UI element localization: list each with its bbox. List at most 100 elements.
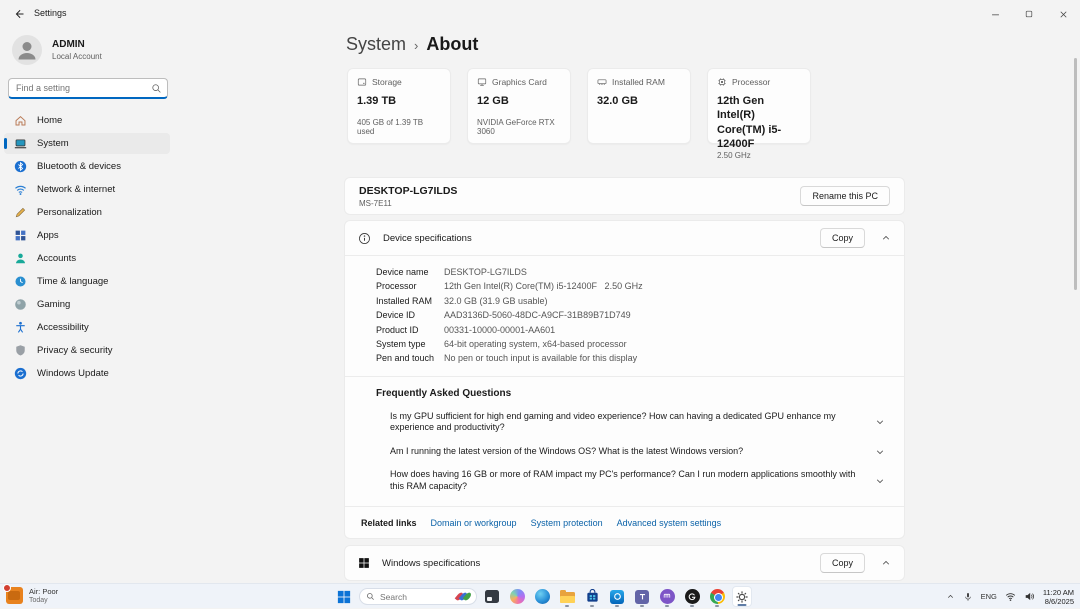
language-indicator[interactable]: ENG bbox=[981, 592, 997, 601]
sidebar-item-accounts[interactable]: Accounts bbox=[4, 248, 170, 269]
card-label: Storage bbox=[372, 77, 402, 87]
g-app-button[interactable] bbox=[682, 586, 702, 607]
copy-windows-specs-button[interactable]: Copy bbox=[820, 553, 865, 573]
processor-card: Processor 12th Gen Intel(R) Core(TM) i5-… bbox=[707, 68, 811, 144]
sidebar-item-apps[interactable]: Apps bbox=[4, 225, 170, 246]
sidebar-item-label: System bbox=[37, 138, 69, 149]
store-button[interactable] bbox=[582, 586, 602, 607]
sidebar-item-time-language[interactable]: Time & language bbox=[4, 271, 170, 292]
sidebar-item-label: Personalization bbox=[37, 207, 102, 218]
settings-gear-icon bbox=[735, 590, 749, 604]
taskbar-search[interactable] bbox=[359, 588, 477, 605]
page-title: About bbox=[426, 34, 478, 55]
start-icon bbox=[337, 590, 351, 604]
storage-card: Storage 1.39 TB 405 GB of 1.39 TB used bbox=[347, 68, 451, 144]
settings-app-button[interactable] bbox=[732, 586, 752, 607]
user-account[interactable]: ADMIN Local Account bbox=[12, 35, 102, 65]
weather-status: Air: Poor bbox=[29, 587, 58, 596]
card-value: 12 GB bbox=[477, 94, 561, 108]
taskbar-search-input[interactable] bbox=[380, 592, 442, 602]
faq-question-gpu[interactable]: Is my GPU sufficient for high end gaming… bbox=[376, 411, 890, 434]
faq-question-windows-version[interactable]: Am I running the latest version of the W… bbox=[376, 446, 890, 458]
faq-section: Frequently Asked Questions Is my GPU suf… bbox=[345, 377, 904, 507]
mail-app-button[interactable] bbox=[657, 586, 677, 607]
microphone-tray-button[interactable] bbox=[963, 592, 973, 602]
sidebar-item-label: Bluetooth & devices bbox=[37, 161, 121, 172]
faq-question-ram[interactable]: How does having 16 GB or more of RAM imp… bbox=[376, 469, 890, 492]
window-controls bbox=[978, 0, 1080, 28]
chevron-down-icon[interactable] bbox=[875, 476, 885, 486]
tray-date: 8/6/2025 bbox=[1043, 597, 1074, 606]
sidebar-item-gaming[interactable]: Gaming bbox=[4, 294, 170, 315]
sidebar-item-network-internet[interactable]: Network & internet bbox=[4, 179, 170, 200]
link-system-protection[interactable]: System protection bbox=[531, 518, 603, 528]
sidebar-item-accessibility[interactable]: Accessibility bbox=[4, 317, 170, 338]
close-icon bbox=[1058, 9, 1069, 20]
chrome-button[interactable] bbox=[707, 586, 727, 607]
sidebar-item-system[interactable]: System bbox=[4, 133, 170, 154]
tray-overflow-button[interactable] bbox=[946, 592, 955, 601]
gaming-icon bbox=[14, 298, 27, 311]
window-title: Settings bbox=[34, 8, 67, 18]
windows-specifications-header[interactable]: Windows specifications Copy bbox=[344, 545, 905, 581]
sidebar-item-home[interactable]: Home bbox=[4, 110, 170, 131]
sidebar-item-label: Apps bbox=[37, 230, 59, 241]
breadcrumb-parent[interactable]: System bbox=[346, 34, 406, 55]
task-view-button[interactable] bbox=[482, 586, 502, 607]
time-language-icon bbox=[14, 275, 27, 288]
file-explorer-button[interactable] bbox=[557, 586, 577, 607]
volume-tray-button[interactable] bbox=[1024, 591, 1035, 602]
vertical-scrollbar[interactable] bbox=[1074, 58, 1077, 290]
sidebar-item-bluetooth-devices[interactable]: Bluetooth & devices bbox=[4, 156, 170, 177]
privacy-icon bbox=[14, 344, 27, 357]
settings-search bbox=[8, 78, 168, 99]
card-value: 1.39 TB bbox=[357, 94, 441, 108]
link-domain-or-workgroup[interactable]: Domain or workgroup bbox=[431, 518, 517, 528]
rename-pc-button[interactable]: Rename this PC bbox=[800, 186, 890, 206]
breadcrumb: System › About bbox=[346, 34, 905, 55]
link-advanced-system-settings[interactable]: Advanced system settings bbox=[617, 518, 722, 528]
copy-device-specs-button[interactable]: Copy bbox=[820, 228, 865, 248]
spec-row: System type64-bit operating system, x64-… bbox=[376, 337, 888, 351]
chevron-down-icon[interactable] bbox=[875, 447, 885, 457]
chevron-up-icon[interactable] bbox=[881, 233, 891, 243]
outlook-button[interactable] bbox=[607, 586, 627, 607]
task-view-icon bbox=[485, 590, 499, 603]
clock[interactable]: 11:20 AM 8/6/2025 bbox=[1043, 588, 1074, 606]
sidebar-item-label: Gaming bbox=[37, 299, 70, 310]
person-icon bbox=[12, 35, 42, 65]
sidebar-item-personalization[interactable]: Personalization bbox=[4, 202, 170, 223]
graphics-card-icon bbox=[477, 77, 487, 87]
back-button[interactable] bbox=[8, 4, 30, 24]
chevron-up-icon[interactable] bbox=[881, 558, 891, 568]
close-button[interactable] bbox=[1046, 0, 1080, 28]
accessibility-icon bbox=[14, 321, 27, 334]
device-specifications-header[interactable]: Device specifications Copy bbox=[345, 221, 904, 255]
mail-app-icon bbox=[660, 589, 675, 604]
search-input[interactable] bbox=[8, 78, 168, 99]
weather-widget[interactable]: Air: Poor Today bbox=[6, 587, 58, 604]
card-sub: 2.50 GHz bbox=[717, 151, 801, 160]
edge-button[interactable] bbox=[532, 586, 552, 607]
sidebar-item-windows-update[interactable]: Windows Update bbox=[4, 363, 170, 384]
card-sub: 405 GB of 1.39 TB used bbox=[357, 118, 441, 136]
minimize-button[interactable] bbox=[978, 0, 1012, 28]
copilot-button[interactable] bbox=[507, 586, 527, 607]
wifi-icon bbox=[1005, 591, 1016, 602]
teams-button[interactable] bbox=[632, 586, 652, 607]
sidebar-nav: Home System Bluetooth & devices Network … bbox=[4, 110, 170, 386]
g-app-icon bbox=[685, 589, 700, 604]
card-label: Graphics Card bbox=[492, 77, 547, 87]
wifi-tray-button[interactable] bbox=[1005, 591, 1016, 602]
maximize-button[interactable] bbox=[1012, 0, 1046, 28]
bluetooth-icon bbox=[14, 160, 27, 173]
sidebar-item-label: Accounts bbox=[37, 253, 76, 264]
start-button[interactable] bbox=[334, 586, 354, 607]
sidebar-item-privacy-security[interactable]: Privacy & security bbox=[4, 340, 170, 361]
section-title: Device specifications bbox=[383, 233, 472, 244]
info-icon bbox=[358, 232, 371, 245]
card-sub: NVIDIA GeForce RTX 3060 bbox=[477, 118, 561, 136]
storage-icon bbox=[357, 77, 367, 87]
avatar bbox=[12, 35, 42, 65]
chevron-down-icon[interactable] bbox=[875, 417, 885, 427]
